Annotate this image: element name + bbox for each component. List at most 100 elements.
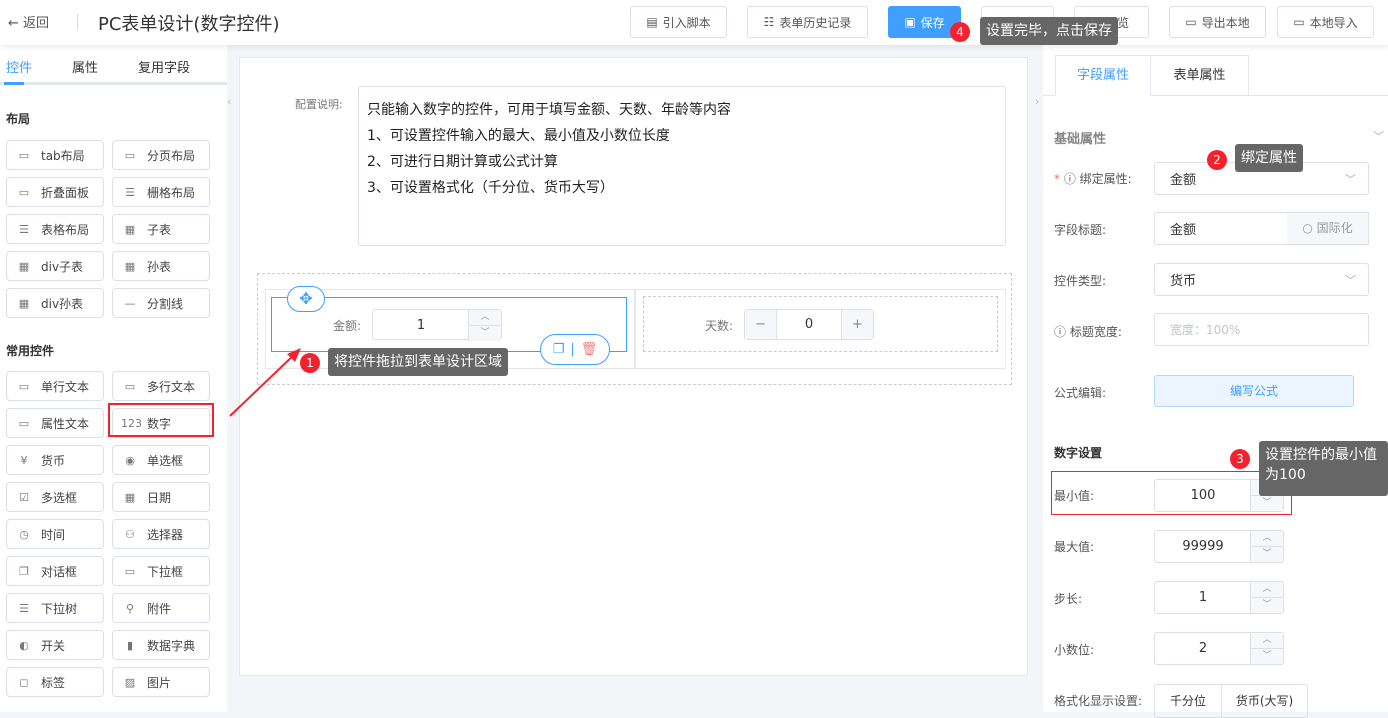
format-currency-upper-button[interactable]: 货币(大写) — [1221, 684, 1308, 718]
table-layout-icon: ☰ — [19, 222, 29, 236]
control-item-label: 货币 — [41, 453, 66, 468]
control-item[interactable]: ▦ div子表 — [6, 251, 104, 281]
control-item-label: 下拉树 — [41, 601, 78, 616]
control-item[interactable]: ▭ tab布局 — [6, 140, 104, 170]
control-item[interactable]: ⚲ 附件 — [112, 593, 210, 623]
control-item[interactable]: ⚇ 选择器 — [112, 519, 210, 549]
step-input[interactable]: 1 ︿ ﹀ — [1154, 581, 1284, 614]
stepper[interactable]: ︿﹀ — [1250, 633, 1283, 664]
image-icon: ▨ — [124, 675, 136, 689]
control-item-label: div孙表 — [41, 296, 84, 311]
stepper[interactable]: ︿﹀ — [468, 310, 501, 341]
export-local-button[interactable]: ▭ 导出本地 — [1169, 6, 1266, 38]
title-width-input[interactable]: 宽度：100% — [1154, 313, 1369, 346]
import-script-button[interactable]: ▤ 引入脚本 — [630, 6, 727, 38]
step-badge-1: 1 — [300, 353, 320, 373]
value: 100 — [1190, 488, 1216, 503]
tooltip-save: 设置完毕，点击保存 — [980, 17, 1118, 45]
left-panel: 控件 属性 复用字段 布局 常用控件 ▭ tab布局 ▭ 分页布局 ▭ 折叠面板 ☰ 栅格布局… — [0, 45, 227, 712]
tab-field-props[interactable]: 字段属性 — [1055, 55, 1151, 96]
collapse-right-icon[interactable]: › — [1035, 95, 1039, 108]
desc-line: 3、可设置格式化（千分位、货币大写） — [367, 180, 614, 196]
tab-form-props[interactable]: 表单属性 — [1151, 55, 1249, 96]
tab-properties[interactable]: 属性 — [72, 57, 98, 76]
format-thousands-button[interactable]: 千分位 — [1154, 684, 1222, 718]
label: 字段标题: — [1054, 223, 1107, 237]
desc-textarea[interactable]: 只能输入数字的控件，可用于填写金额、天数、年龄等内容 1、可设置控件输入的最大、… — [358, 86, 1006, 246]
stepper[interactable]: ︿﹀ — [1250, 531, 1283, 562]
import-local-button[interactable]: ▭ 本地导入 — [1277, 6, 1374, 38]
history-icon: ☷ — [763, 15, 775, 29]
control-item[interactable]: ◻ 标签 — [6, 667, 104, 697]
control-item[interactable]: ▦ 子表 — [112, 214, 210, 244]
amount-number-input[interactable]: 1 ︿ ﹀ — [372, 309, 502, 341]
control-item[interactable]: ▭ 分页布局 — [112, 140, 210, 170]
script-icon: ▤ — [646, 15, 658, 29]
control-item[interactable]: ▦ 日期 — [112, 482, 210, 512]
control-item[interactable]: ☰ 栅格布局 — [112, 177, 210, 207]
increase-icon[interactable]: ︿ — [469, 310, 501, 326]
control-type-select[interactable]: 货币 ﹀ — [1154, 263, 1369, 296]
control-item[interactable]: ▭ 折叠面板 — [6, 177, 104, 207]
control-item-label: 图片 — [147, 675, 172, 690]
dropdown-icon: ▭ — [124, 564, 136, 578]
highlight-box — [108, 403, 214, 437]
tab-indicator — [4, 82, 24, 85]
plus-icon[interactable]: + — [841, 310, 873, 339]
field-title-input[interactable]: 金额 — [1154, 212, 1288, 245]
control-item-label: 数据字典 — [147, 638, 196, 653]
step-badge-2: 2 — [1207, 150, 1227, 170]
chevron-down-icon[interactable]: ﹀ — [1373, 128, 1384, 144]
days-number-input[interactable]: − 0 + — [744, 309, 874, 340]
control-item[interactable]: ☰ 表格布局 — [6, 214, 104, 244]
minus-icon[interactable]: − — [745, 310, 777, 339]
form-history-button[interactable]: ☷ 表单历史记录 — [747, 6, 868, 38]
tooltip-drag: 将控件拖拉到表单设计区域 — [328, 348, 508, 376]
tab-controls[interactable]: 控件 — [6, 57, 32, 76]
tab-reuse-fields[interactable]: 复用字段 — [138, 57, 190, 76]
control-item[interactable]: ☰ 下拉树 — [6, 593, 104, 623]
control-item[interactable]: ◐ 开关 — [6, 630, 104, 660]
value: 0 — [804, 317, 814, 332]
stepper[interactable]: ︿﹀ — [1250, 582, 1283, 613]
step-badge-3: 3 — [1230, 449, 1250, 469]
control-item[interactable]: ▨ 图片 — [112, 667, 210, 697]
field-days[interactable]: 天数: − 0 + — [643, 296, 998, 352]
control-item-label: 表格布局 — [41, 222, 90, 237]
decrease-icon[interactable]: ﹀ — [469, 326, 501, 342]
control-item[interactable]: ¥ 货币 — [6, 445, 104, 475]
control-item[interactable]: ❐ 对话框 — [6, 556, 104, 586]
write-formula-button[interactable]: 编写公式 — [1154, 375, 1354, 407]
move-handle-icon[interactable]: ✥ — [287, 286, 325, 312]
control-item[interactable]: ▦ div孙表 — [6, 288, 104, 318]
attachment-icon: ⚲ — [125, 601, 135, 615]
value: 1 — [1198, 590, 1208, 605]
label: 格式化显示设置: — [1054, 694, 1143, 708]
control-item-label: 选择器 — [147, 527, 184, 542]
arrow-left-icon: ← — [8, 16, 19, 31]
multi-text-icon: ▭ — [124, 379, 136, 393]
control-item[interactable]: ▭ 下拉框 — [112, 556, 210, 586]
label: 标题宽度: — [1069, 325, 1122, 339]
control-item[interactable]: ▮ 数据字典 — [112, 630, 210, 660]
i18n-button[interactable]: ○ 国际化 — [1287, 212, 1369, 245]
control-item[interactable]: — 分割线 — [112, 288, 210, 318]
back-button[interactable]: ← 返回 — [8, 12, 49, 31]
control-item[interactable]: ▦ 孙表 — [112, 251, 210, 281]
prop-text-icon: ▭ — [18, 416, 30, 430]
value: 金额 — [1170, 223, 1197, 238]
control-item[interactable]: ☑ 多选框 — [6, 482, 104, 512]
section-title-layout: 布局 — [6, 112, 31, 126]
collapse-left-icon[interactable]: ‹ — [227, 95, 231, 108]
control-item[interactable]: ▭ 多行文本 — [112, 371, 210, 401]
control-item[interactable]: ▭ 属性文本 — [6, 408, 104, 438]
max-value-input[interactable]: 99999 ︿ ﹀ — [1154, 530, 1284, 563]
control-item[interactable]: ◷ 时间 — [6, 519, 104, 549]
tab-icon: ▭ — [18, 148, 30, 162]
control-item[interactable]: ▭ 单行文本 — [6, 371, 104, 401]
copy-icon[interactable]: ❐ — [553, 342, 565, 357]
control-item[interactable]: ◉ 单选框 — [112, 445, 210, 475]
subtable-icon: ▦ — [124, 222, 136, 236]
decimal-input[interactable]: 2 ︿ ﹀ — [1154, 632, 1284, 665]
delete-icon[interactable]: 🗑 — [581, 342, 598, 357]
